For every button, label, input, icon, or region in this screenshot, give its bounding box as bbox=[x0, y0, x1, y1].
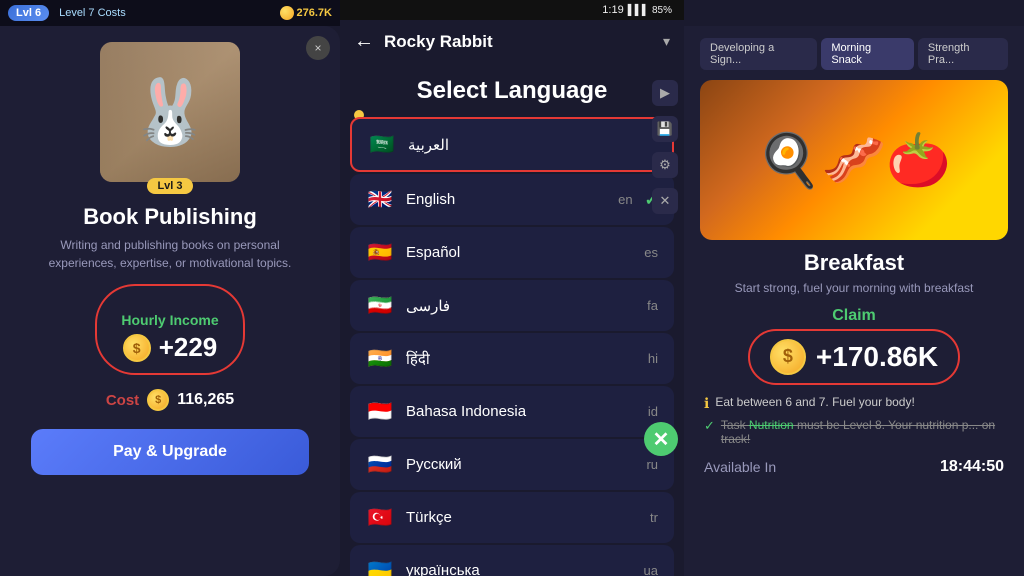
add-icon[interactable]: ✕ bbox=[644, 422, 678, 456]
character-image: 🐰 bbox=[100, 42, 240, 182]
close-button[interactable]: × bbox=[306, 36, 330, 60]
claim-label: Claim bbox=[700, 307, 1008, 325]
left-panel: × 🐰 Lvl 3 Book Publishing Writing and pu… bbox=[0, 26, 340, 576]
cost-label: Cost bbox=[106, 392, 139, 409]
lang-code: fa bbox=[647, 298, 658, 313]
settings-icon[interactable]: ⚙ bbox=[652, 152, 678, 178]
flag-emoji: 🇺🇦 bbox=[366, 558, 394, 576]
available-label: Available In bbox=[704, 459, 776, 475]
app-title: Rocky Rabbit bbox=[384, 32, 653, 52]
character-emoji: 🐰 bbox=[130, 75, 210, 150]
chevron-down-icon[interactable]: ▾ bbox=[663, 33, 670, 50]
info-icon: ℹ bbox=[704, 395, 709, 412]
item-description: Writing and publishing books on personal… bbox=[16, 236, 324, 272]
coin-icon-top bbox=[280, 6, 294, 20]
middle-panel: 1:19 ▌▌▌ 85% ← Rocky Rabbit ▾ Select Lan… bbox=[340, 0, 684, 576]
coin-amount-top: 276.7K bbox=[297, 7, 332, 19]
lang-name: Bahasa Indonesia bbox=[406, 403, 636, 420]
lang-code: hi bbox=[648, 351, 658, 366]
tab-2[interactable]: Strength Pra... bbox=[918, 38, 1008, 70]
language-item-es[interactable]: 🇪🇸 Español es bbox=[350, 227, 674, 278]
flag-emoji: 🇹🇷 bbox=[366, 505, 394, 530]
cost-value: 116,265 bbox=[177, 391, 234, 409]
check-icon: ✓ bbox=[704, 418, 715, 434]
lang-name: Русский bbox=[406, 456, 634, 473]
flag-emoji: 🇷🇺 bbox=[366, 452, 394, 477]
lang-code: tr bbox=[650, 510, 658, 525]
top-coins: 276.7K bbox=[280, 6, 332, 20]
language-item-tr[interactable]: 🇹🇷 Türkçe tr bbox=[350, 492, 674, 543]
lang-name: فارسی bbox=[406, 297, 635, 315]
available-row: Available In 18:44:50 bbox=[700, 458, 1008, 476]
select-language-title: Select Language bbox=[340, 63, 684, 115]
flag-emoji: 🇮🇷 bbox=[366, 293, 394, 318]
cost-row: Cost $ 116,265 bbox=[106, 389, 234, 411]
level-badge-item: Lvl 3 bbox=[147, 178, 192, 194]
app-header: ← Rocky Rabbit ▾ bbox=[340, 20, 684, 63]
lang-code: es bbox=[644, 245, 658, 260]
available-time: 18:44:50 bbox=[940, 458, 1004, 476]
food-description: Start strong, fuel your morning with bre… bbox=[700, 280, 1008, 297]
level-costs-label: Level 7 Costs bbox=[59, 7, 126, 19]
save-icon[interactable]: 💾 bbox=[652, 116, 678, 142]
top-tabs: Developing a Sign...Morning SnackStrengt… bbox=[700, 38, 1008, 70]
right-panel: Developing a Sign...Morning SnackStrengt… bbox=[684, 26, 1024, 576]
lang-name: українська bbox=[406, 562, 632, 576]
lang-code: ua bbox=[644, 563, 658, 576]
food-emoji: 🍳🥓🍅 bbox=[757, 130, 951, 191]
battery-icon: 85% bbox=[652, 5, 672, 16]
flag-emoji: 🇮🇳 bbox=[366, 346, 394, 371]
lang-name: हिंदी bbox=[406, 349, 636, 369]
flag-emoji: 🇪🇸 bbox=[366, 240, 394, 265]
side-icons: ▶ 💾 ⚙ ✕ bbox=[652, 80, 678, 214]
hourly-income-container: Hourly Income $ +229 bbox=[95, 284, 244, 375]
claim-amount-wrapper: $ +170.86K bbox=[700, 329, 1008, 385]
claim-coin-icon: $ bbox=[770, 339, 806, 375]
flag-emoji: 🇬🇧 bbox=[366, 187, 394, 212]
level-badge: Lvl 6 bbox=[8, 5, 49, 21]
lang-code: id bbox=[648, 404, 658, 419]
language-list: 🇸🇦 العربية 🇬🇧 English en ✓ 🇪🇸 Español es… bbox=[340, 115, 684, 576]
lang-code: ru bbox=[646, 457, 658, 472]
language-item-hi[interactable]: 🇮🇳 हिंदी hi bbox=[350, 333, 674, 384]
lang-name: Español bbox=[406, 244, 632, 261]
play-icon[interactable]: ▶ bbox=[652, 80, 678, 106]
lang-name: Türkçe bbox=[406, 509, 638, 526]
tab-0[interactable]: Developing a Sign... bbox=[700, 38, 817, 70]
lang-code: en bbox=[618, 192, 632, 207]
task-text: Task Nutrition must be Level 8. Your nut… bbox=[721, 418, 1004, 446]
info-row: ℹ Eat between 6 and 7. Fuel your body! bbox=[700, 395, 1008, 412]
upgrade-button[interactable]: Pay & Upgrade bbox=[31, 429, 308, 475]
income-row: $ +229 bbox=[123, 332, 218, 363]
task-row: ✓ Task Nutrition must be Level 8. Your n… bbox=[700, 418, 1008, 446]
status-icons: ▌▌▌ 85% bbox=[628, 5, 672, 16]
language-item-en[interactable]: 🇬🇧 English en ✓ bbox=[350, 174, 674, 225]
claim-amount-value: +170.86K bbox=[816, 341, 938, 373]
language-item-id[interactable]: 🇮🇩 Bahasa Indonesia id bbox=[350, 386, 674, 437]
flag-emoji: 🇮🇩 bbox=[366, 399, 394, 424]
tab-1[interactable]: Morning Snack bbox=[821, 38, 914, 70]
cost-coin-icon: $ bbox=[147, 389, 169, 411]
income-value: +229 bbox=[159, 332, 218, 363]
close-side-icon[interactable]: ✕ bbox=[652, 188, 678, 214]
language-item-ar[interactable]: 🇸🇦 العربية bbox=[350, 117, 674, 172]
language-item-fa[interactable]: 🇮🇷 فارسی fa bbox=[350, 280, 674, 331]
lang-name: English bbox=[406, 191, 606, 208]
hourly-income-label: Hourly Income bbox=[121, 312, 218, 328]
food-title: Breakfast bbox=[700, 250, 1008, 276]
coin-icon-income: $ bbox=[123, 334, 151, 362]
flag-emoji: 🇸🇦 bbox=[368, 132, 396, 157]
info-text: Eat between 6 and 7. Fuel your body! bbox=[715, 395, 914, 409]
language-item-ua[interactable]: 🇺🇦 українська ua bbox=[350, 545, 674, 576]
lang-name: العربية bbox=[408, 136, 644, 154]
nutrition-link: Nutrition bbox=[749, 418, 794, 432]
status-time: 1:19 bbox=[602, 4, 623, 16]
signal-icon: ▌▌▌ bbox=[628, 5, 649, 16]
food-image: 🍳🥓🍅 bbox=[700, 80, 1008, 240]
language-item-ru[interactable]: 🇷🇺 Русский ru bbox=[350, 439, 674, 490]
status-bar: 1:19 ▌▌▌ 85% bbox=[340, 0, 684, 20]
claim-circle: $ +170.86K bbox=[748, 329, 960, 385]
back-button[interactable]: ← bbox=[354, 30, 374, 53]
item-title: Book Publishing bbox=[83, 204, 257, 230]
